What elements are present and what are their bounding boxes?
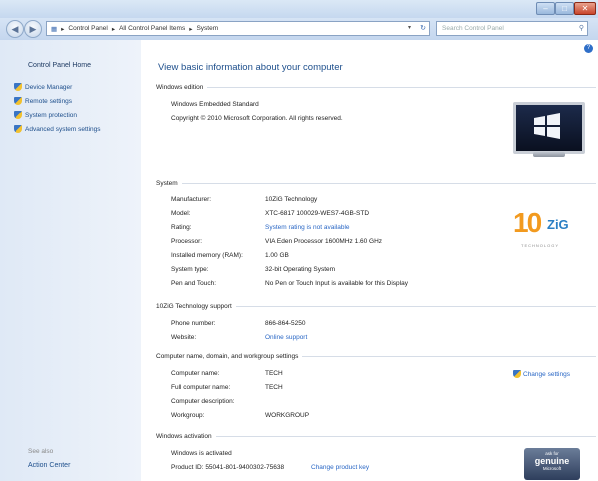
product-id: Product ID: 55041-801-9400302-75638 (171, 464, 285, 471)
refresh-icon[interactable]: ↻ (420, 22, 426, 35)
change-settings-link[interactable]: Change settings (513, 370, 570, 378)
label-memory: Installed memory (RAM): (171, 252, 243, 259)
sidebar-item-advanced-settings[interactable]: Advanced system settings (14, 125, 101, 133)
page-title: View basic information about your comput… (158, 62, 343, 73)
search-icon: ⚲ (578, 25, 584, 32)
label-workgroup: Workgroup: (171, 412, 205, 419)
label-computer-name: Computer name: (171, 370, 220, 377)
chevron-down-icon[interactable]: ▾ (408, 22, 411, 35)
genuine-microsoft-badge[interactable]: ask for genuine Microsoft (524, 448, 580, 480)
label-model: Model: (171, 210, 191, 217)
maximize-button[interactable]: □ (555, 2, 574, 15)
help-icon[interactable]: ? (584, 44, 593, 53)
change-product-key-link[interactable]: Change product key (311, 464, 369, 471)
back-button[interactable]: ◀ (6, 20, 24, 38)
windows-logo-icon (534, 113, 560, 139)
label-processor: Processor: (171, 238, 203, 245)
shield-icon (14, 111, 22, 119)
sidebar-item-device-manager[interactable]: Device Manager (14, 83, 72, 91)
see-also-heading: See also (28, 448, 54, 455)
value-manufacturer: 10ZiG Technology (265, 196, 318, 203)
value-system-type: 32-bit Operating System (265, 266, 336, 273)
section-system: System (156, 180, 596, 187)
search-input[interactable]: Search Control Panel ⚲ (436, 21, 588, 36)
minimize-button[interactable]: – (536, 2, 555, 15)
label-manufacturer: Manufacturer: (171, 196, 212, 203)
value-phone: 866-864-5250 (265, 320, 306, 327)
main-content: ? View basic information about your comp… (141, 40, 598, 481)
value-memory: 1.00 GB (265, 252, 289, 259)
shield-icon (14, 125, 22, 133)
forward-button[interactable]: ▶ (24, 20, 42, 38)
breadcrumb-system[interactable]: System (196, 25, 218, 32)
value-model: XTC-6817 100029-WES7-4GB-STD (265, 210, 370, 217)
navigation-bar: ◀ ▶ ▦ ▸ Control Panel ▸ All Control Pane… (0, 18, 598, 40)
section-computer-name: Computer name, domain, and workgroup set… (156, 353, 596, 360)
title-bar: – □ ✕ (0, 0, 598, 18)
rating-link[interactable]: System rating is not available (265, 224, 350, 231)
edition-name: Windows Embedded Standard (171, 101, 259, 108)
shield-icon (513, 370, 521, 378)
breadcrumb-control-panel[interactable]: Control Panel (68, 25, 107, 32)
value-computer-name: TECH (265, 370, 283, 377)
address-bar[interactable]: ▦ ▸ Control Panel ▸ All Control Panel It… (46, 21, 430, 36)
value-full-name: TECH (265, 384, 283, 391)
value-processor: VIA Eden Processor 1600MHz 1.60 GHz (265, 238, 383, 245)
label-website: Website: (171, 334, 197, 341)
sidebar-item-remote-settings[interactable]: Remote settings (14, 97, 72, 105)
section-activation: Windows activation (156, 433, 596, 440)
monitor-stand (533, 152, 565, 157)
sidebar-item-system-protection[interactable]: System protection (14, 111, 77, 119)
sidebar: Control Panel Home Device Manager Remote… (0, 40, 141, 481)
online-support-link[interactable]: Online support (265, 334, 307, 341)
control-panel-home-link[interactable]: Control Panel Home (28, 62, 91, 69)
close-button[interactable]: ✕ (574, 2, 596, 15)
control-panel-icon: ▦ (51, 25, 58, 33)
shield-icon (14, 83, 22, 91)
label-pen-touch: Pen and Touch: (171, 280, 217, 287)
activation-status: Windows is activated (171, 450, 232, 457)
breadcrumb-all-items[interactable]: All Control Panel Items (119, 25, 185, 32)
copyright-text: Copyright © 2010 Microsoft Corporation. … (171, 115, 343, 122)
action-center-link[interactable]: Action Center (28, 462, 70, 469)
label-system-type: System type: (171, 266, 209, 273)
label-description: Computer description: (171, 398, 235, 405)
label-rating: Rating: (171, 224, 192, 231)
label-full-name: Full computer name: (171, 384, 231, 391)
value-workgroup: WORKGROUP (265, 412, 310, 419)
label-phone: Phone number: (171, 320, 216, 327)
oem-logo: 10 ZiG TECHNOLOGY (513, 207, 569, 248)
value-pen-touch: No Pen or Touch Input is available for t… (265, 280, 408, 287)
shield-icon (14, 97, 22, 105)
section-support: 10ZiG Technology support (156, 303, 596, 310)
section-windows-edition: Windows edition (156, 84, 596, 91)
